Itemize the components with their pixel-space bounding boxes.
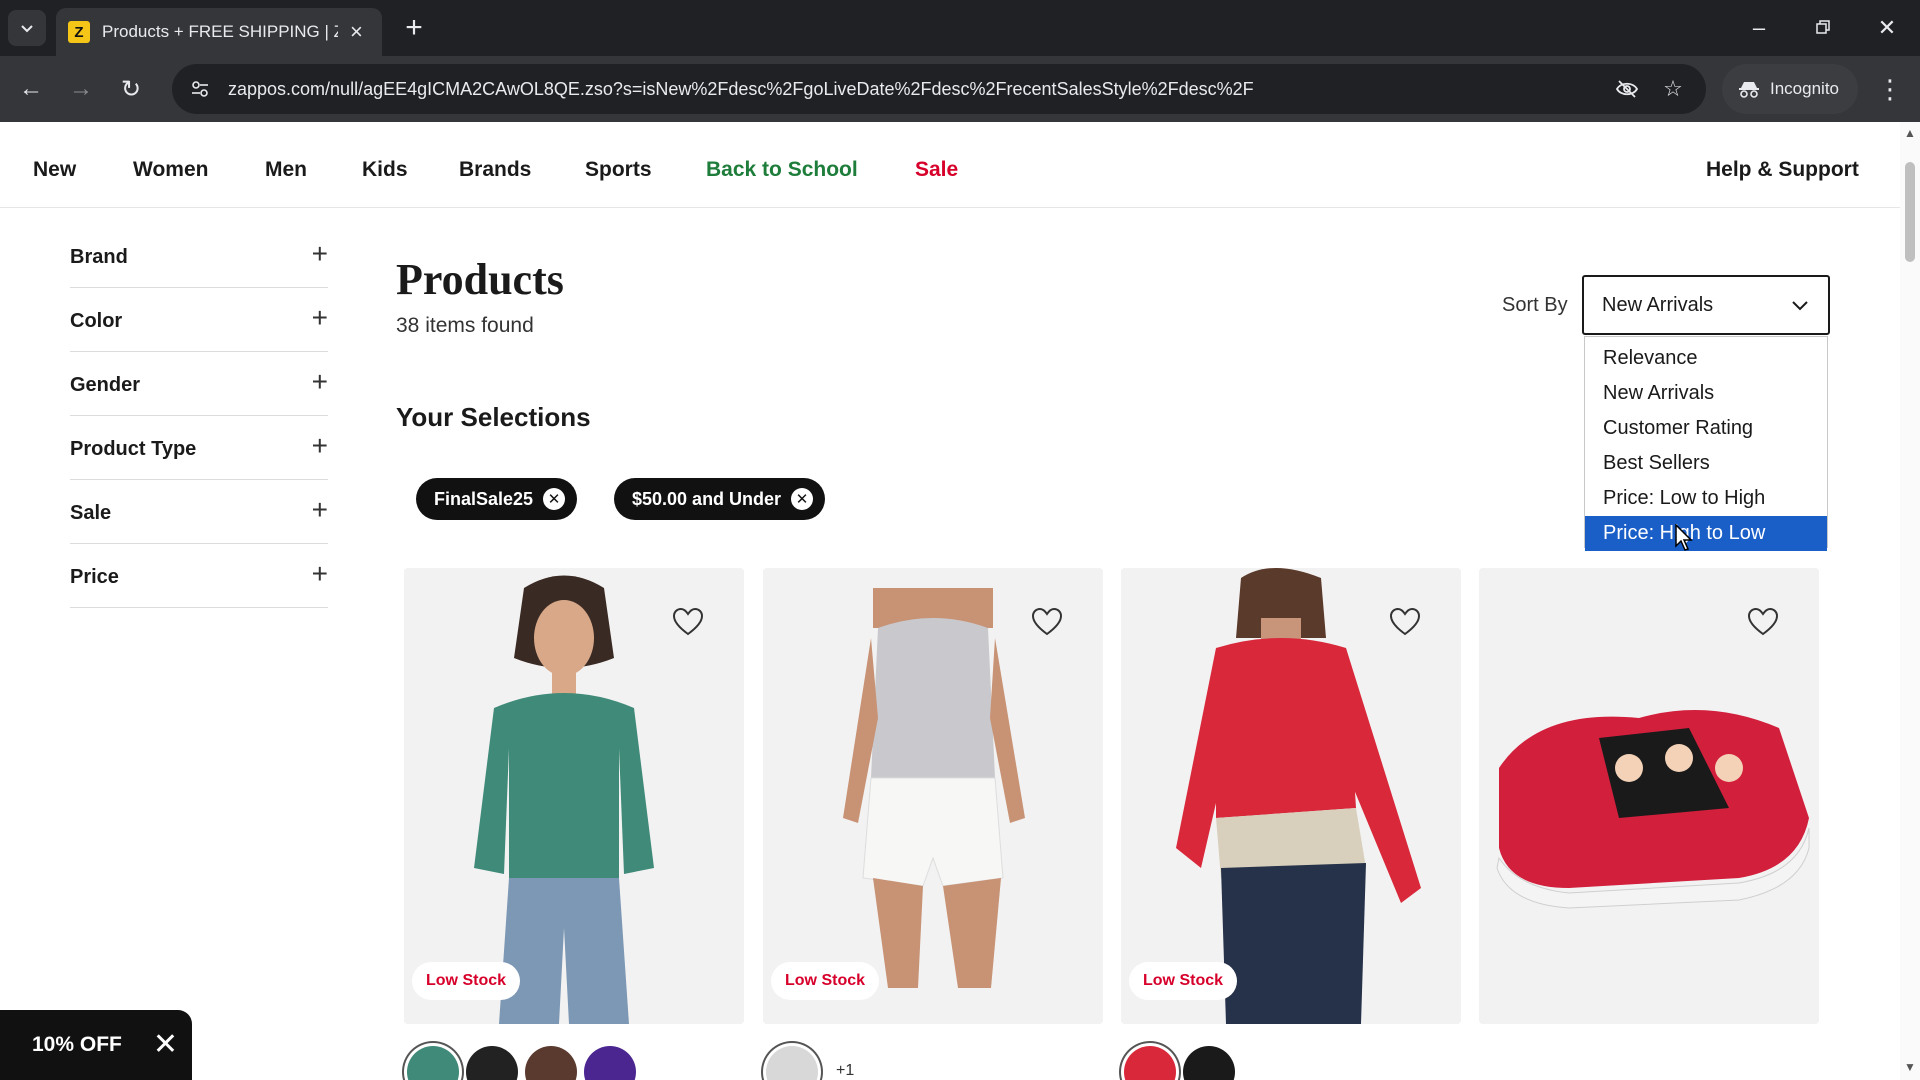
color-swatch[interactable] (584, 1046, 636, 1080)
incognito-icon (1739, 82, 1759, 98)
sort-option-price-low-high[interactable]: Price: Low to High (1585, 481, 1827, 516)
back-arrow-icon[interactable]: ← (12, 70, 50, 108)
sort-option-price-high-low[interactable]: Price: High to Low (1585, 516, 1827, 551)
items-found-count: 38 items found (396, 314, 534, 337)
chip-label: FinalSale25 (434, 488, 534, 509)
product-card[interactable] (1479, 568, 1819, 1024)
site-header-nav: New Women Men Kids Brands Sports Back to… (0, 122, 1900, 208)
filter-label: Product Type (70, 438, 197, 460)
expand-plus-icon[interactable]: + (312, 496, 328, 524)
browser-menu-icon[interactable]: ⋮ (1872, 70, 1908, 108)
nav-sports[interactable]: Sports (585, 158, 652, 182)
site-settings-icon[interactable] (186, 75, 214, 103)
filter-brand[interactable]: Brand + (70, 224, 328, 288)
sort-option-relevance[interactable]: Relevance (1585, 341, 1827, 376)
color-swatch[interactable] (466, 1046, 518, 1080)
sort-selected-value: New Arrivals (1602, 293, 1714, 316)
favorite-heart-icon[interactable] (1029, 604, 1065, 640)
color-swatch[interactable] (407, 1046, 459, 1080)
scroll-up-arrow-icon[interactable]: ▲ (1904, 126, 1916, 140)
filter-label: Gender (70, 374, 141, 396)
nav-men[interactable]: Men (265, 158, 307, 182)
nav-sale[interactable]: Sale (915, 158, 958, 182)
expand-plus-icon[interactable]: + (312, 432, 328, 460)
favorite-heart-icon[interactable] (1387, 604, 1423, 640)
close-icon[interactable]: ✕ (153, 1030, 178, 1060)
browser-tab-active[interactable]: Z Products + FREE SHIPPING | Za × (56, 8, 382, 56)
incognito-indicator[interactable]: Incognito (1722, 64, 1858, 114)
nav-back-to-school[interactable]: Back to School (706, 158, 858, 182)
incognito-label: Incognito (1770, 79, 1839, 98)
sort-option-new-arrivals[interactable]: New Arrivals (1585, 376, 1827, 411)
restore-icon[interactable] (1800, 8, 1846, 48)
expand-plus-icon[interactable]: + (312, 304, 328, 332)
color-swatch[interactable] (766, 1046, 818, 1080)
color-swatch[interactable] (525, 1046, 577, 1080)
new-tab-plus-icon[interactable]: + (396, 10, 432, 46)
window-close-icon[interactable]: ✕ (1864, 8, 1910, 48)
filter-sale[interactable]: Sale + (70, 480, 328, 544)
favorite-heart-icon[interactable] (670, 604, 706, 640)
mouse-cursor-icon (1675, 524, 1693, 551)
nav-kids[interactable]: Kids (362, 158, 408, 182)
selection-chip-finalsale25[interactable]: FinalSale25 ✕ (416, 478, 578, 520)
address-bar[interactable]: zappos.com/null/agEE4gICMA2CAwOL8QE.zso?… (172, 64, 1706, 114)
selection-chip-price[interactable]: $50.00 and Under ✕ (614, 478, 826, 520)
color-swatch[interactable] (1183, 1046, 1235, 1080)
tracking-protection-eye-icon[interactable] (1612, 74, 1642, 104)
remove-x-icon[interactable]: ✕ (543, 488, 566, 510)
bookmark-star-icon[interactable]: ☆ (1658, 74, 1688, 104)
color-swatch[interactable] (1124, 1046, 1176, 1080)
tab-close-icon[interactable]: × (350, 21, 363, 43)
scroll-down-arrow-icon[interactable]: ▼ (1904, 1060, 1916, 1074)
sort-option-customer-rating[interactable]: Customer Rating (1585, 411, 1827, 446)
your-selections-heading: Your Selections (396, 402, 591, 432)
favorite-heart-icon[interactable] (1745, 604, 1781, 640)
reload-icon[interactable]: ↻ (112, 70, 150, 108)
promo-banner[interactable]: 10% OFF ✕ (0, 1010, 192, 1080)
forward-arrow-icon[interactable]: → (62, 70, 100, 108)
filter-label: Price (70, 566, 119, 588)
filter-label: Brand (70, 246, 128, 268)
sort-dropdown-menu: Relevance New Arrivals Customer Rating B… (1584, 336, 1828, 551)
page-title: Products (396, 255, 564, 304)
filter-color[interactable]: Color + (70, 288, 328, 352)
sort-select[interactable]: New Arrivals (1582, 275, 1830, 335)
filter-product-type[interactable]: Product Type + (70, 416, 328, 480)
product-card[interactable]: Low Stock (763, 568, 1103, 1024)
scrollbar-thumb[interactable] (1905, 162, 1915, 262)
filter-label: Sale (70, 502, 112, 524)
low-stock-badge: Low Stock (771, 962, 880, 1000)
chip-label: $50.00 and Under (632, 488, 782, 509)
filter-price[interactable]: Price + (70, 544, 328, 608)
nav-women[interactable]: Women (133, 158, 208, 182)
nav-help-support[interactable]: Help & Support (1706, 158, 1859, 182)
chevron-down-icon (21, 25, 33, 33)
expand-plus-icon[interactable]: + (312, 240, 328, 268)
filter-label: Color (70, 310, 123, 332)
more-colors-count[interactable]: +1 (836, 1062, 854, 1080)
filter-gender[interactable]: Gender + (70, 352, 328, 416)
sort-option-best-sellers[interactable]: Best Sellers (1585, 446, 1827, 481)
product-card[interactable]: Low Stock (1121, 568, 1461, 1024)
expand-plus-icon[interactable]: + (312, 560, 328, 588)
nav-new[interactable]: New (33, 158, 76, 182)
url-text: zappos.com/null/agEE4gICMA2CAwOL8QE.zso?… (228, 78, 1254, 99)
tab-title: Products + FREE SHIPPING | Za (102, 22, 338, 41)
sort-by-label: Sort By (1502, 294, 1568, 316)
browser-tab-bar: Z Products + FREE SHIPPING | Za × + – ✕ (0, 0, 1920, 56)
page-scrollbar[interactable]: ▲ ▼ (1900, 122, 1920, 1080)
zappos-favicon-icon: Z (68, 21, 90, 43)
low-stock-badge: Low Stock (1129, 962, 1238, 1000)
tab-search-button[interactable] (8, 10, 46, 46)
expand-plus-icon[interactable]: + (312, 368, 328, 396)
minimize-icon[interactable]: – (1736, 8, 1782, 48)
product-card[interactable]: Low Stock (404, 568, 744, 1024)
promo-label: 10% OFF (32, 1033, 122, 1056)
low-stock-badge: Low Stock (412, 962, 521, 1000)
browser-toolbar: ← → ↻ zappos.com/null/agEE4gICMA2CAwOL8Q… (0, 56, 1920, 122)
chevron-down-icon (1792, 301, 1808, 311)
remove-x-icon[interactable]: ✕ (791, 488, 814, 510)
nav-brands[interactable]: Brands (459, 158, 531, 182)
